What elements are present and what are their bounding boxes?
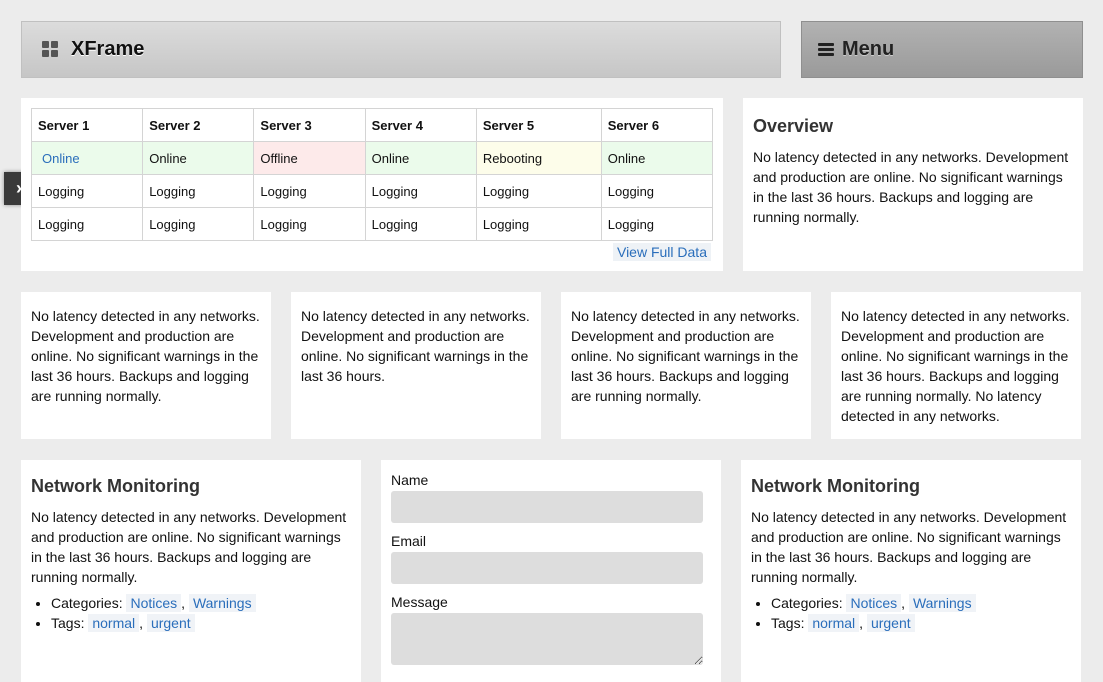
network-title: Network Monitoring	[31, 476, 200, 496]
table-header-row: Server 1 Server 2 Server 3 Server 4 Serv…	[30, 108, 714, 142]
table-cell: Logging	[142, 174, 255, 208]
column-header: Server 2	[142, 108, 255, 142]
overview-text: No latency detected in any networks. Dev…	[753, 149, 1069, 225]
network-monitoring-panel: Network Monitoring No latency detected i…	[21, 460, 361, 682]
info-card-text: No latency detected in any networks. Dev…	[31, 308, 260, 404]
table-row: Online Online Offline Online Rebooting O…	[30, 141, 714, 175]
network-monitoring-panel: Network Monitoring No latency detected i…	[741, 460, 1081, 682]
tags-item: Tags: normal, urgent	[51, 613, 351, 633]
info-card: No latency detected in any networks. Dev…	[21, 292, 271, 439]
categories-item: Categories: Notices, Warnings	[51, 593, 351, 613]
meta-list: Categories: Notices, Warnings Tags: norm…	[31, 593, 351, 633]
info-card-text: No latency detected in any networks. Dev…	[571, 308, 800, 404]
table-cell: Logging	[600, 174, 714, 208]
table-cell: Logging	[253, 174, 366, 208]
status-cell: Online	[30, 141, 144, 175]
status-link[interactable]: Online	[38, 151, 80, 166]
categories-label: Categories:	[51, 595, 123, 611]
meta-list: Categories: Notices, Warnings Tags: norm…	[751, 593, 1071, 633]
overview-panel: Overview No latency detected in any netw…	[743, 98, 1083, 271]
status-cell: Online	[364, 141, 477, 175]
tags-item: Tags: normal, urgent	[771, 613, 1071, 633]
overview-title: Overview	[753, 116, 834, 136]
table-row: Logging Logging Logging Logging Logging …	[30, 174, 714, 208]
tag-link-normal[interactable]: normal	[808, 614, 860, 632]
status-cell: Offline	[253, 141, 366, 175]
view-full-data-link[interactable]: View Full Data	[612, 243, 711, 261]
category-link-notices[interactable]: Notices	[126, 594, 182, 612]
network-text: No latency detected in any networks. Dev…	[31, 509, 347, 585]
network-title: Network Monitoring	[751, 476, 920, 496]
menu-button[interactable]: Menu	[801, 21, 1083, 78]
category-link-notices[interactable]: Notices	[846, 594, 902, 612]
menu-label: Menu	[842, 38, 895, 60]
tags-label: Tags:	[771, 615, 805, 631]
email-label: Email	[391, 533, 427, 549]
column-header: Server 3	[253, 108, 366, 142]
tag-link-normal[interactable]: normal	[88, 614, 140, 632]
table-cell: Logging	[475, 174, 602, 208]
info-card: No latency detected in any networks. Dev…	[291, 292, 541, 439]
column-header: Server 6	[600, 108, 714, 142]
separator: ,	[139, 615, 144, 631]
network-text: No latency detected in any networks. Dev…	[751, 509, 1067, 585]
message-label: Message	[391, 594, 448, 610]
contact-form: Name Email Message	[381, 460, 721, 682]
table-cell: Logging	[364, 174, 477, 208]
tag-link-urgent[interactable]: urgent	[146, 614, 195, 632]
separator: ,	[859, 615, 864, 631]
info-card: No latency detected in any networks. Dev…	[831, 292, 1081, 439]
name-field[interactable]	[391, 491, 703, 523]
server-status-panel: Server 1 Server 2 Server 3 Server 4 Serv…	[21, 98, 723, 271]
email-field[interactable]	[391, 552, 703, 584]
table-cell: Logging	[475, 207, 602, 241]
status-cell: Rebooting	[475, 141, 602, 175]
table-cell: Logging	[30, 207, 144, 241]
name-label: Name	[391, 472, 429, 488]
message-field[interactable]	[391, 613, 703, 665]
column-header: Server 4	[364, 108, 477, 142]
table-cell: Logging	[30, 174, 144, 208]
column-header: Server 1	[30, 108, 144, 142]
status-cell: Online	[142, 141, 255, 175]
categories-label: Categories:	[771, 595, 843, 611]
info-card: No latency detected in any networks. Dev…	[561, 292, 811, 439]
info-card-text: No latency detected in any networks. Dev…	[841, 308, 1070, 424]
server-table: Server 1 Server 2 Server 3 Server 4 Serv…	[30, 108, 714, 241]
column-header: Server 5	[475, 108, 602, 142]
brand-title[interactable]: XFrame	[71, 38, 144, 61]
brand-bar: XFrame	[21, 21, 781, 78]
separator: ,	[181, 595, 186, 611]
status-cell: Online	[600, 141, 714, 175]
tags-label: Tags:	[51, 615, 85, 631]
separator: ,	[901, 595, 906, 611]
table-cell: Logging	[364, 207, 477, 241]
category-link-warnings[interactable]: Warnings	[908, 594, 976, 612]
tag-link-urgent[interactable]: urgent	[866, 614, 915, 632]
category-link-warnings[interactable]: Warnings	[188, 594, 256, 612]
hamburger-icon	[818, 43, 834, 56]
logo-icon	[42, 41, 59, 58]
table-cell: Logging	[253, 207, 366, 241]
table-cell: Logging	[600, 207, 714, 241]
info-card-text: No latency detected in any networks. Dev…	[301, 308, 530, 384]
table-row: Logging Logging Logging Logging Logging …	[30, 207, 714, 241]
table-cell: Logging	[142, 207, 255, 241]
categories-item: Categories: Notices, Warnings	[771, 593, 1071, 613]
